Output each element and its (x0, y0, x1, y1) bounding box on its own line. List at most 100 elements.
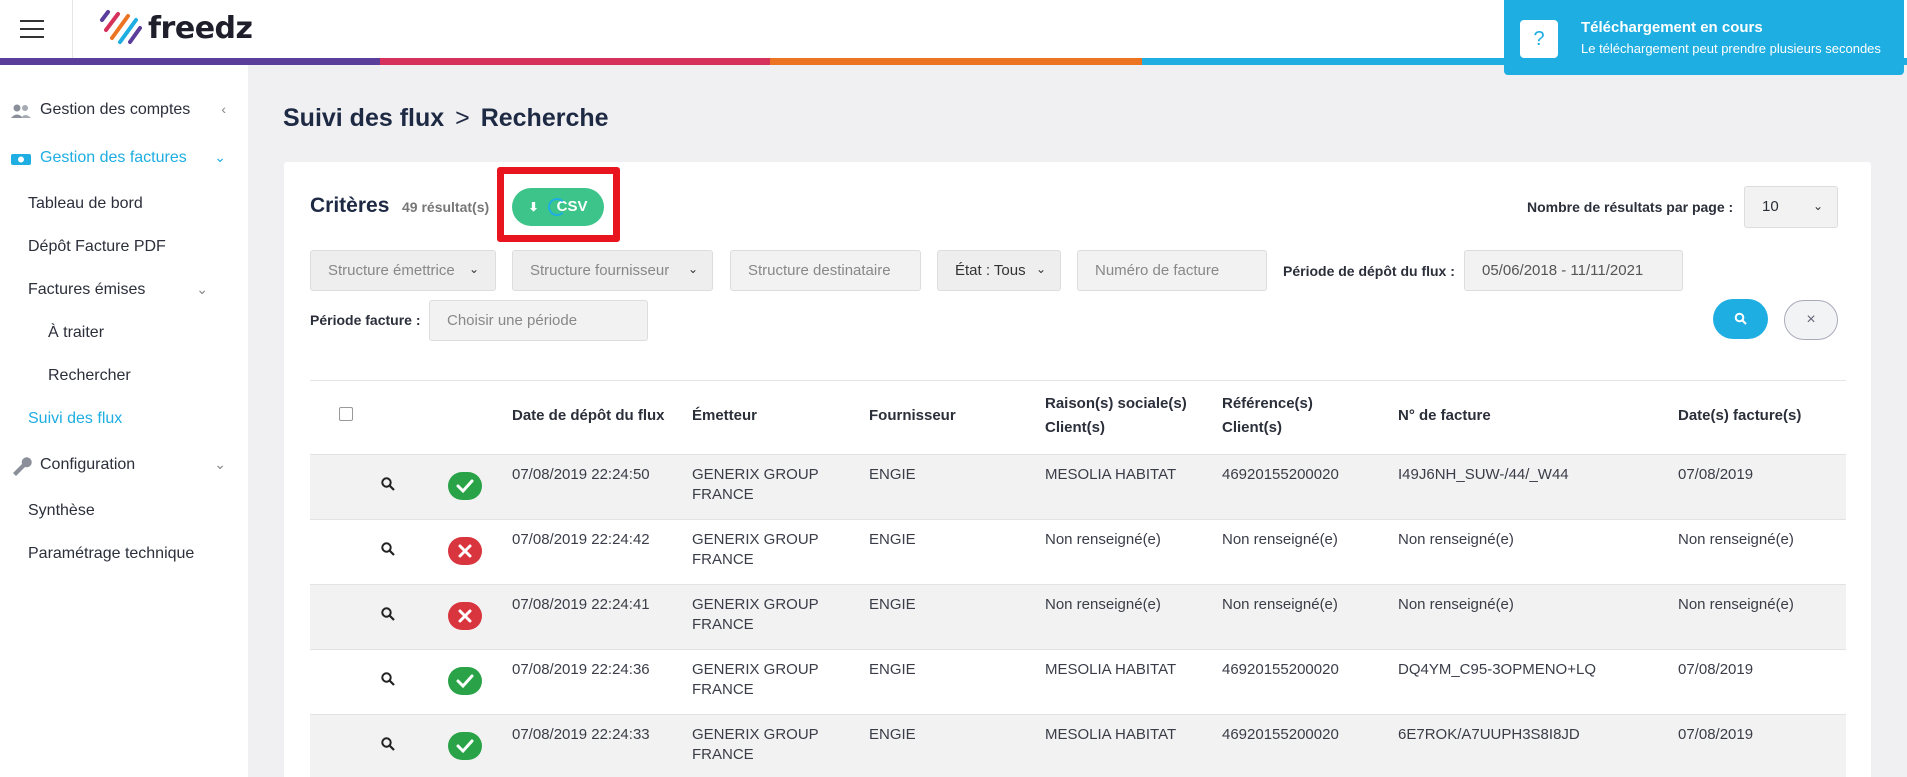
cell-numero-facture: Non renseigné(e) (1398, 531, 1514, 548)
color-bar-orange (770, 58, 1142, 65)
users-icon (11, 104, 31, 118)
periode-facture-input[interactable]: Choisir une période (429, 300, 648, 341)
sidebar-item-gestion-comptes[interactable]: Gestion des comptes ‹ (0, 91, 248, 131)
cell-date-depot: 07/08/2019 22:24:36 (512, 661, 650, 678)
logo-divider (72, 0, 73, 58)
sidebar-item-label: Factures émises (28, 281, 146, 298)
cell-raison-sociale: MESOLIA HABITAT (1045, 466, 1177, 483)
cell-date-depot: 07/08/2019 22:24:42 (512, 531, 650, 548)
etat-select[interactable]: État : Tous ⌄ (937, 250, 1061, 291)
magnifier-icon[interactable] (380, 541, 396, 557)
select-all-checkbox[interactable] (339, 407, 353, 421)
breadcrumb-part[interactable]: Suivi des flux (283, 104, 444, 132)
cell-emetteur-line2: FRANCE (692, 486, 754, 503)
header-reference-client[interactable]: Référence(s) Client(s) (1222, 392, 1313, 440)
error-status-icon (448, 602, 482, 630)
per-page-select[interactable]: 10 ⌄ (1744, 186, 1838, 228)
chevron-down-icon: ⌄ (196, 281, 208, 297)
structure-emettrice-select[interactable]: Structure émettrice ⌄ (310, 250, 496, 291)
cell-emetteur-line2: FRANCE (692, 746, 754, 763)
cell-emetteur-line1: GENERIX GROUP (692, 726, 819, 743)
sidebar-item-synthese[interactable]: Synthèse (0, 492, 248, 532)
chevron-down-icon: ⌄ (1036, 262, 1047, 276)
table-row[interactable] (310, 519, 1846, 584)
sidebar-item-suivi-flux[interactable]: Suivi des flux (0, 400, 248, 440)
periode-depot-input[interactable]: 05/06/2018 - 11/11/2021 (1464, 250, 1683, 291)
header-date-depot[interactable]: Date de dépôt du flux (512, 404, 665, 428)
table-top-divider (310, 380, 1846, 381)
magnifier-icon[interactable] (380, 736, 396, 752)
cell-fournisseur: ENGIE (869, 531, 916, 548)
header-emetteur[interactable]: Émetteur (692, 404, 757, 428)
cell-raison-sociale: MESOLIA HABITAT (1045, 661, 1177, 678)
color-bar-red (380, 58, 770, 65)
magnifier-icon[interactable] (380, 671, 396, 687)
sidebar-item-rechercher[interactable]: Rechercher (0, 357, 248, 397)
header-raison-sociale[interactable]: Raison(s) sociale(s) Client(s) (1045, 392, 1187, 440)
cell-reference-client: 46920155200020 (1222, 661, 1339, 678)
cell-numero-facture: I49J6NH_SUW-/44/_W44 (1398, 466, 1569, 483)
cell-date-facture: Non renseigné(e) (1678, 596, 1794, 613)
sidebar-item-tableau-de-bord[interactable]: Tableau de bord (0, 185, 248, 225)
sidebar-item-label: Rechercher (48, 367, 131, 384)
sidebar-item-label: Gestion des factures (40, 149, 187, 166)
structure-destinataire-input[interactable]: Structure destinataire (730, 250, 921, 291)
search-icon (1734, 312, 1747, 325)
download-toast: ? Téléchargement en cours Le téléchargem… (1504, 0, 1904, 75)
input-placeholder: Numéro de facture (1095, 262, 1220, 279)
close-icon: × (1806, 311, 1816, 328)
cell-numero-facture: 6E7ROK/A7UUPH3S8I8JD (1398, 726, 1580, 743)
header-numero-facture[interactable]: N° de facture (1398, 404, 1491, 428)
header-line: Référence(s) (1222, 395, 1313, 412)
cell-fournisseur: ENGIE (869, 661, 916, 678)
table-row[interactable] (310, 454, 1846, 519)
per-page-value: 10 (1762, 198, 1779, 215)
sidebar-item-factures-emises[interactable]: Factures émises ⌄ (0, 271, 248, 311)
breadcrumb: Suivi des flux > Recherche (283, 104, 609, 133)
sidebar-item-gestion-factures[interactable]: Gestion des factures ⌄ (0, 139, 248, 179)
cell-fournisseur: ENGIE (869, 466, 916, 483)
header-line: Client(s) (1222, 419, 1282, 436)
cell-date-facture: Non renseigné(e) (1678, 531, 1794, 548)
sidebar-item-parametrage-technique[interactable]: Paramétrage technique (0, 535, 248, 575)
sidebar: Gestion des comptes ‹ Gestion des factur… (0, 65, 248, 777)
magnifier-icon[interactable] (380, 606, 396, 622)
menu-icon[interactable] (20, 20, 44, 38)
header-line: Client(s) (1045, 419, 1105, 436)
chevron-left-icon: ‹ (221, 101, 226, 117)
table-row[interactable] (310, 649, 1846, 714)
search-button[interactable] (1713, 299, 1768, 339)
input-placeholder: Structure destinataire (748, 262, 891, 279)
sidebar-item-a-traiter[interactable]: À traiter (0, 314, 248, 354)
invoice-icon (11, 154, 31, 165)
cell-numero-facture: Non renseigné(e) (1398, 596, 1514, 613)
success-status-icon (448, 667, 482, 695)
wrench-icon (13, 457, 32, 476)
header-date-facture[interactable]: Date(s) facture(s) (1678, 404, 1801, 428)
chevron-down-icon: ⌄ (214, 456, 226, 472)
clear-filters-button[interactable]: × (1784, 300, 1838, 340)
sidebar-item-depot-facture[interactable]: Dépôt Facture PDF (0, 228, 248, 268)
cell-reference-client: 46920155200020 (1222, 466, 1339, 483)
input-placeholder: Choisir une période (447, 312, 578, 329)
table-row[interactable] (310, 584, 1846, 649)
color-bar-purple (0, 58, 380, 65)
cell-emetteur-line2: FRANCE (692, 616, 754, 633)
cell-date-depot: 07/08/2019 22:24:50 (512, 466, 650, 483)
chevron-down-icon: ⌄ (214, 149, 226, 165)
freedz-logo[interactable]: freedz (98, 8, 253, 48)
header-fournisseur[interactable]: Fournisseur (869, 404, 956, 428)
breadcrumb-current: Recherche (480, 104, 609, 132)
structure-fournisseur-select[interactable]: Structure fournisseur ⌄ (512, 250, 713, 291)
cell-reference-client: Non renseigné(e) (1222, 596, 1338, 613)
cell-date-depot: 07/08/2019 22:24:33 (512, 726, 650, 743)
table-row[interactable] (310, 714, 1846, 777)
cell-reference-client: Non renseigné(e) (1222, 531, 1338, 548)
input-value: 05/06/2018 - 11/11/2021 (1482, 262, 1644, 279)
magnifier-icon[interactable] (380, 476, 396, 492)
chevron-down-icon: ⌄ (688, 262, 699, 276)
highlight-annotation (497, 167, 620, 242)
numero-facture-input[interactable]: Numéro de facture (1077, 250, 1267, 291)
sidebar-item-configuration[interactable]: Configuration ⌄ (0, 446, 248, 486)
cell-numero-facture: DQ4YM_C95-3OPMENO+LQ (1398, 661, 1596, 678)
